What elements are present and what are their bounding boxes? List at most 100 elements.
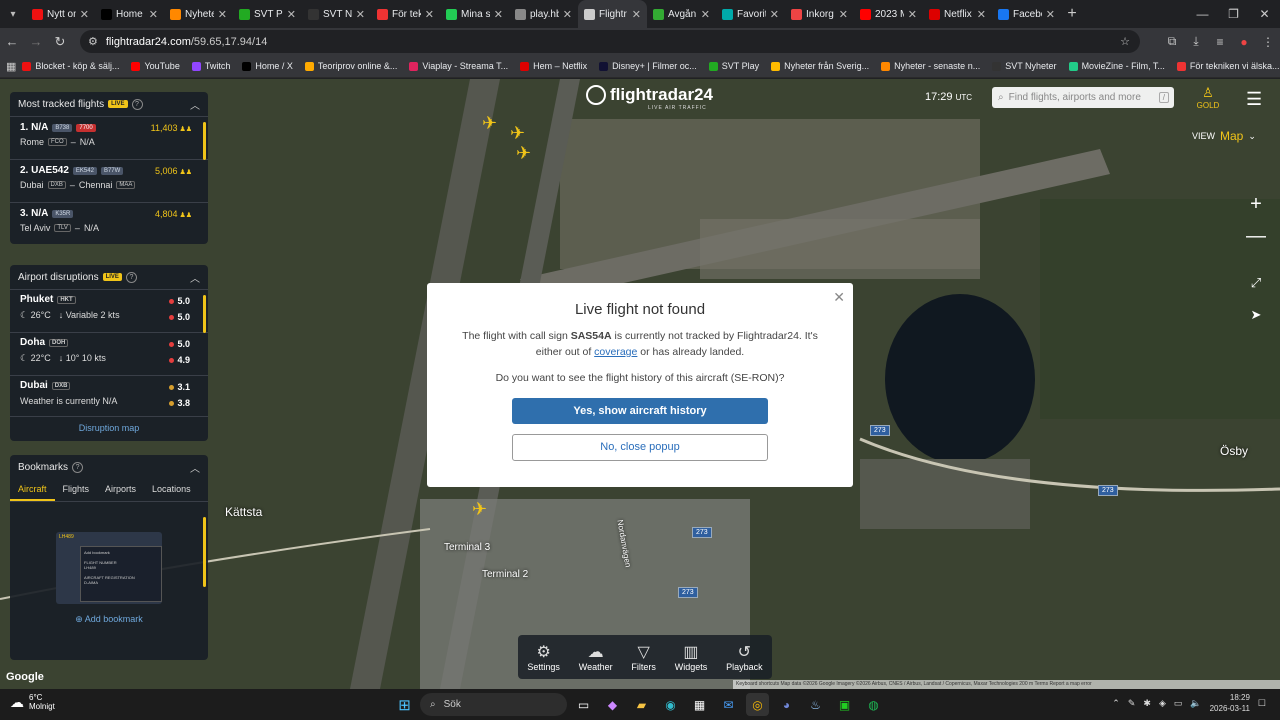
discord-icon[interactable]: ◕ — [775, 693, 798, 716]
browser-tab[interactable]: Favorit ✕ — [716, 0, 785, 28]
close-tab-icon[interactable]: ✕ — [80, 8, 89, 21]
maximize-button[interactable]: ❐ — [1218, 0, 1249, 28]
zoom-out-button[interactable]: — — [1246, 225, 1266, 248]
extensions-icon[interactable]: ⧉ — [1160, 34, 1184, 49]
aircraft-marker[interactable]: ✈ — [516, 143, 531, 164]
browser-tab[interactable]: Flightr ✕ — [578, 0, 647, 28]
disruption-map-link[interactable]: Disruption map — [10, 416, 208, 439]
chrome-icon[interactable]: ◎ — [746, 693, 769, 716]
notifications-icon[interactable]: ☐ — [1258, 698, 1266, 709]
bookmark-item[interactable]: För tekniken vi älska... — [1171, 61, 1280, 71]
fullscreen-icon[interactable]: ⤢ — [1246, 275, 1266, 291]
tracked-flight-row[interactable]: 3. N/A K35R 4,804 ♟♟ Tel Aviv TLV – N/A — [10, 202, 208, 245]
disruption-row[interactable]: Phuket HKT ☾ 26°C ↓ Variable 2 kts 5.0 5.0 — [10, 289, 208, 332]
copilot-icon[interactable]: ◆ — [601, 693, 624, 716]
disruption-row[interactable]: Doha DOH ☾ 22°C ↓ 10° 10 kts 5.0 4.9 — [10, 332, 208, 375]
most-tracked-header[interactable]: Most tracked flights LIVE ? ︿ — [10, 92, 208, 116]
close-icon[interactable]: ✕ — [833, 289, 845, 306]
store-icon[interactable]: ▦ — [688, 693, 711, 716]
close-tab-icon[interactable]: ✕ — [908, 8, 917, 21]
security-icon[interactable]: ◈ — [1159, 698, 1166, 709]
view-selector[interactable]: VIEW Map ⌄ — [1192, 129, 1256, 143]
bookmark-item[interactable]: SVT Nyheter — [986, 61, 1062, 71]
xbox-icon[interactable]: ▣ — [833, 693, 856, 716]
aircraft-marker[interactable]: ✈ — [472, 499, 487, 520]
download-icon[interactable]: ⤓ — [1184, 34, 1208, 49]
bookmark-tab[interactable]: Flights — [55, 479, 98, 501]
bookmark-item[interactable]: Teoriprov online &... — [299, 61, 404, 71]
show-history-button[interactable]: Yes, show aircraft history — [512, 398, 768, 424]
bookmark-item[interactable]: Disney+ | Filmer oc... — [593, 61, 703, 71]
site-info-icon[interactable]: ⚙ — [88, 35, 98, 48]
close-tab-icon[interactable]: ✕ — [425, 8, 434, 21]
steam-icon[interactable]: ♨ — [804, 693, 827, 716]
bluetooth-icon[interactable]: ✱ — [1143, 698, 1151, 709]
disruption-row[interactable]: Dubai DXB Weather is currently N/A 3.1 3.8 — [10, 375, 208, 416]
bookmark-item[interactable]: Blocket - köp & sälj... — [16, 61, 125, 71]
close-tab-icon[interactable]: ✕ — [494, 8, 503, 21]
fr24-search-input[interactable]: ⌕ Find flights, airports and more / — [992, 87, 1174, 108]
coverage-link[interactable]: coverage — [594, 346, 637, 358]
browser-tab[interactable]: Nytt om ✕ — [26, 0, 95, 28]
locate-icon[interactable]: ➤ — [1246, 307, 1266, 323]
pen-icon[interactable]: ✎ — [1128, 698, 1136, 709]
browser-tab[interactable]: play.hb ✕ — [509, 0, 578, 28]
browser-tab[interactable]: SVT Ny ✕ — [302, 0, 371, 28]
close-tab-icon[interactable]: ✕ — [356, 8, 365, 21]
bookmark-tab[interactable]: Locations — [144, 479, 199, 501]
file-explorer-icon[interactable]: ▰ — [630, 693, 653, 716]
disruptions-header[interactable]: Airport disruptions LIVE ? ︿ — [10, 265, 208, 289]
toolbar-weather-button[interactable]: ☁ Weather — [579, 642, 613, 672]
fr24-logo[interactable]: flightradar24 LIVE AIR TRAFFIC — [586, 85, 713, 111]
browser-tab[interactable]: För tek ✕ — [371, 0, 440, 28]
main-menu-icon[interactable]: ☰ — [1246, 89, 1262, 110]
chevron-up-icon[interactable]: ⌃ — [1112, 698, 1120, 709]
bookmark-item[interactable]: Twitch — [186, 61, 237, 71]
mail-icon[interactable]: ✉ — [717, 693, 740, 716]
address-input[interactable]: ⚙ flightradar24.com/59.65,17.94/14 ☆ — [80, 30, 1140, 53]
browser-tab[interactable]: 2023 M ✕ — [854, 0, 923, 28]
bookmark-item[interactable]: YouTube — [125, 61, 185, 71]
close-tab-icon[interactable]: ✕ — [149, 8, 158, 21]
bookmarks-header[interactable]: Bookmarks ? ︿ — [10, 455, 208, 479]
close-tab-icon[interactable]: ✕ — [218, 8, 227, 21]
taskbar-search[interactable]: ⌕ Sök — [420, 693, 567, 716]
forward-button[interactable]: → — [24, 34, 48, 49]
bookmark-item[interactable]: MovieZine - Film, T... — [1063, 61, 1171, 71]
toolbar-settings-button[interactable]: ⚙ Settings — [527, 642, 560, 672]
zoom-in-button[interactable]: + — [1246, 193, 1266, 216]
profile-avatar[interactable]: ● — [1232, 35, 1256, 49]
close-tab-icon[interactable]: ✕ — [977, 8, 986, 21]
bookmark-item[interactable]: Viaplay - Streama T... — [403, 61, 514, 71]
apps-icon[interactable]: ▦ — [6, 60, 16, 73]
new-tab-button[interactable]: + — [1061, 5, 1083, 23]
close-tab-icon[interactable]: ✕ — [770, 8, 779, 21]
browser-tab[interactable]: Home / ✕ — [95, 0, 164, 28]
help-icon[interactable]: ? — [72, 461, 84, 473]
bookmark-item[interactable]: Nyheter - senaste n... — [875, 61, 986, 71]
help-icon[interactable]: ? — [131, 98, 143, 110]
start-button[interactable]: ⊞ — [393, 693, 416, 716]
bookmark-star-icon[interactable]: ☆ — [1120, 35, 1130, 48]
browser-tab[interactable]: Facebo ✕ — [992, 0, 1061, 28]
back-button[interactable]: ← — [0, 34, 24, 49]
toolbar-playback-button[interactable]: ↺ Playback — [726, 642, 763, 672]
browser-tab[interactable]: Inkorg ✕ — [785, 0, 854, 28]
tab-search-button[interactable]: ▾ — [0, 0, 26, 28]
bookmark-tab[interactable]: Airports — [97, 479, 144, 501]
close-tab-icon[interactable]: ✕ — [632, 8, 641, 21]
add-bookmark-button[interactable]: ⊕ Add bookmark — [10, 614, 208, 625]
bookmark-item[interactable]: SVT Play — [703, 61, 765, 71]
bookmark-item[interactable]: Hem – Netflix — [514, 61, 593, 71]
weather-widget[interactable]: ☁ 6°C Molnigt — [10, 693, 55, 711]
scrollbar[interactable] — [203, 517, 206, 587]
browser-tab[interactable]: Nyhete ✕ — [164, 0, 233, 28]
toolbar-filters-button[interactable]: ▽ Filters — [631, 642, 656, 672]
spotify-icon[interactable]: ◍ — [862, 693, 885, 716]
browser-tab[interactable]: Avgån ✕ — [647, 0, 716, 28]
close-tab-icon[interactable]: ✕ — [839, 8, 848, 21]
edge-icon[interactable]: ◉ — [659, 693, 682, 716]
aircraft-marker[interactable]: ✈ — [510, 123, 525, 144]
bookmark-item[interactable]: Home / X — [236, 61, 299, 71]
chevron-up-icon[interactable]: ︿ — [190, 97, 200, 112]
